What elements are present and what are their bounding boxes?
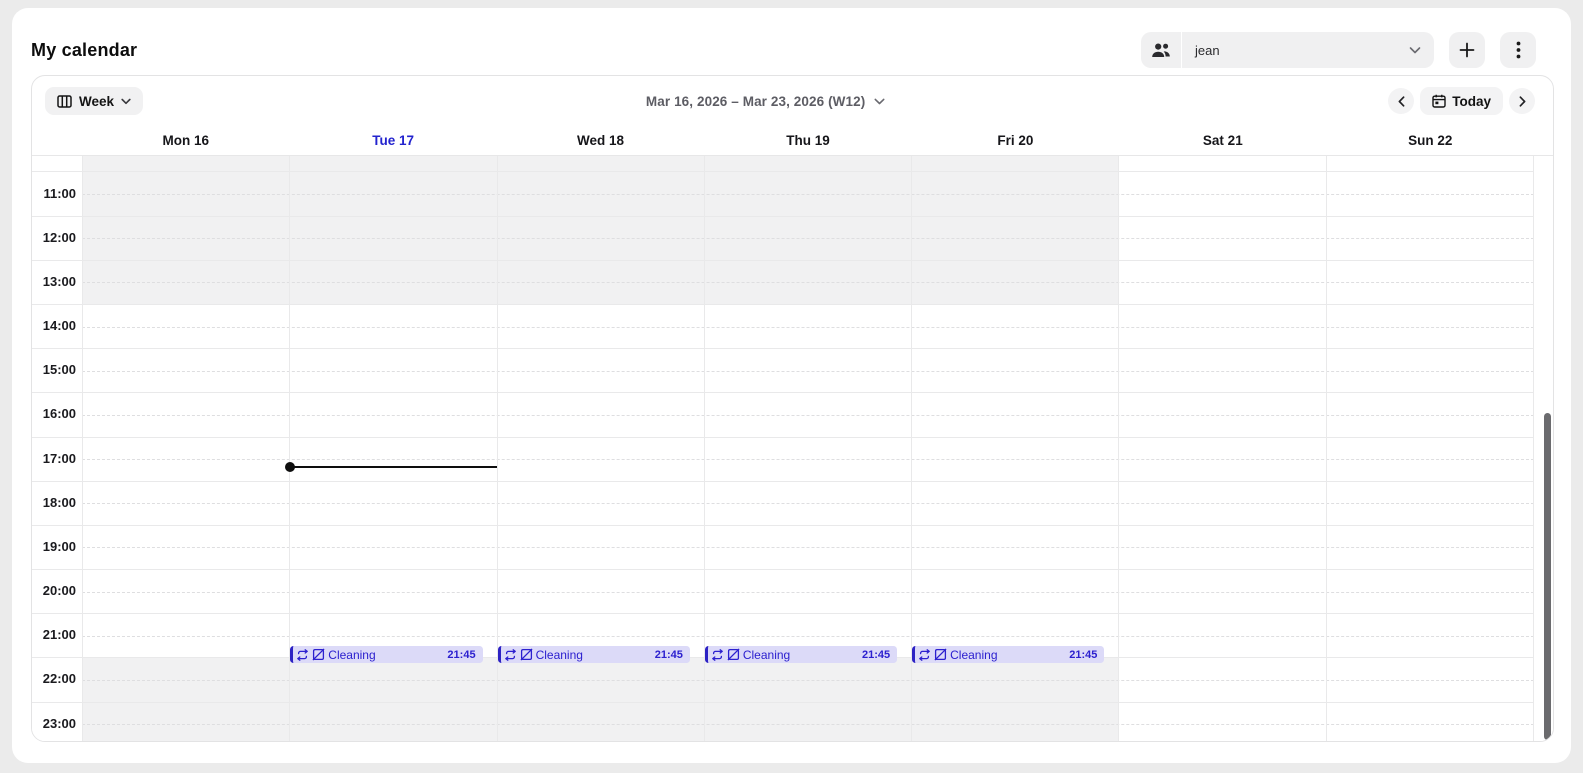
day-column-mon-16[interactable] <box>82 156 289 741</box>
event-time: 21:45 <box>861 648 891 661</box>
chevron-down-icon <box>1409 46 1421 54</box>
day-column-wed-18[interactable]: Cleaning 21:45 <box>496 156 704 741</box>
calendar-toolbar: Week Mar 16, 2026 – Mar 23, 2026 (W12) T… <box>32 76 1553 126</box>
chevron-left-icon <box>1398 95 1405 107</box>
header-actions: jean <box>1141 32 1536 68</box>
slash-square-icon <box>520 648 533 661</box>
time-label-2200: 22:00 <box>42 671 76 687</box>
today-button[interactable]: Today <box>1420 87 1503 115</box>
calendar-nav: Today <box>1388 87 1535 115</box>
chevron-down-icon <box>874 98 885 105</box>
page-header: My calendar jean <box>12 8 1571 82</box>
user-filter-group: jean <box>1141 32 1434 68</box>
today-button-label: Today <box>1452 93 1491 109</box>
repeat-icon <box>296 648 309 661</box>
user-select[interactable]: jean <box>1182 32 1434 68</box>
event-time: 21:45 <box>447 648 476 661</box>
people-icon <box>1141 32 1181 68</box>
event-time: 21:45 <box>654 648 683 661</box>
day-columns-layer: Cleaning 21:45 Cleaning 21:45 Cleaning 21:45 C… <box>82 156 1534 741</box>
event-cleaning-tue-17[interactable]: Cleaning 21:45 <box>290 646 483 664</box>
day-header-sat-21: Sat 21 <box>1202 133 1243 148</box>
day-header-row: Mon 16 Tue 17 Wed 18 Thu 19 Fri 20 Sat 21 Sun … <box>32 126 1553 156</box>
day-column-sun-22[interactable] <box>1325 156 1534 741</box>
time-label-1200: 12:00 <box>42 229 76 245</box>
event-title: Cleaning <box>950 647 998 662</box>
week-grid-viewport: 11:00 12:00 13:00 14:00 15:00 16:00 17:00 18:00… <box>32 156 1553 741</box>
time-label-2300: 23:00 <box>42 715 76 731</box>
time-label-1400: 14:00 <box>42 318 76 334</box>
day-header-sun-22: Sun 22 <box>1408 133 1453 148</box>
user-select-value: jean <box>1195 42 1220 58</box>
event-cleaning-thu-19[interactable]: Cleaning 21:45 <box>704 646 898 664</box>
vertical-scrollbar[interactable] <box>1544 413 1551 740</box>
event-cleaning-fri-20[interactable]: Cleaning 21:45 <box>912 646 1105 664</box>
day-header-mon-16: Mon 16 <box>162 133 209 148</box>
slash-square-icon <box>934 648 947 661</box>
chevron-down-icon <box>121 98 131 105</box>
day-header-fri-20: Fri 20 <box>997 133 1034 148</box>
repeat-icon <box>504 648 517 661</box>
event-title: Cleaning <box>535 647 583 662</box>
time-label-1100: 11:00 <box>43 185 76 201</box>
view-selector-button[interactable]: Week <box>45 87 144 115</box>
week-grid: 11:00 12:00 13:00 14:00 15:00 16:00 17:00 18:00… <box>32 156 1534 741</box>
calendar-page-card: My calendar jean Week Mar 16, 2026 – Mar… <box>12 8 1571 763</box>
day-column-tue-17[interactable]: Cleaning 21:45 <box>285 156 497 741</box>
repeat-icon <box>711 648 724 661</box>
day-header-wed-18: Wed 18 <box>577 133 625 148</box>
time-label-1800: 18:00 <box>42 494 76 510</box>
repeat-icon <box>918 648 931 661</box>
add-button[interactable] <box>1449 32 1485 68</box>
plus-icon <box>1459 42 1475 58</box>
next-week-button[interactable] <box>1509 88 1535 114</box>
event-title: Cleaning <box>328 647 376 662</box>
day-column-fri-20[interactable]: Cleaning 21:45 <box>911 156 1118 741</box>
view-selector-label: Week <box>79 93 115 109</box>
time-label-1700: 17:00 <box>42 450 76 466</box>
time-label-1900: 19:00 <box>42 538 76 554</box>
day-column-sat-21[interactable] <box>1118 156 1325 741</box>
day-header-tue-17: Tue 17 <box>372 133 415 148</box>
day-column-thu-19[interactable]: Cleaning 21:45 <box>703 156 911 741</box>
current-time-indicator <box>285 461 497 472</box>
time-label-1300: 13:00 <box>42 273 76 289</box>
kebab-icon <box>1516 41 1521 59</box>
day-header-thu-19: Thu 19 <box>786 133 830 148</box>
date-range-selector[interactable]: Mar 16, 2026 – Mar 23, 2026 (W12) <box>143 94 1388 109</box>
calendar-icon <box>1432 94 1446 108</box>
time-label-1500: 15:00 <box>42 362 76 378</box>
week-columns-icon <box>57 94 72 108</box>
time-label-1600: 16:00 <box>42 406 76 422</box>
prev-week-button[interactable] <box>1388 88 1415 114</box>
slash-square-icon <box>312 648 325 661</box>
chevron-right-icon <box>1519 95 1526 107</box>
more-options-button[interactable] <box>1500 32 1536 68</box>
event-cleaning-wed-18[interactable]: Cleaning 21:45 <box>497 646 690 664</box>
event-title: Cleaning <box>742 647 791 662</box>
event-time: 21:45 <box>1069 648 1098 661</box>
page-title: My calendar <box>31 39 138 60</box>
date-range-label: Mar 16, 2026 – Mar 23, 2026 (W12) <box>645 93 866 109</box>
time-label-2100: 21:00 <box>42 627 76 643</box>
time-label-2000: 20:00 <box>42 583 76 599</box>
slash-square-icon <box>727 648 740 661</box>
calendar-widget: Week Mar 16, 2026 – Mar 23, 2026 (W12) T… <box>31 75 1554 742</box>
